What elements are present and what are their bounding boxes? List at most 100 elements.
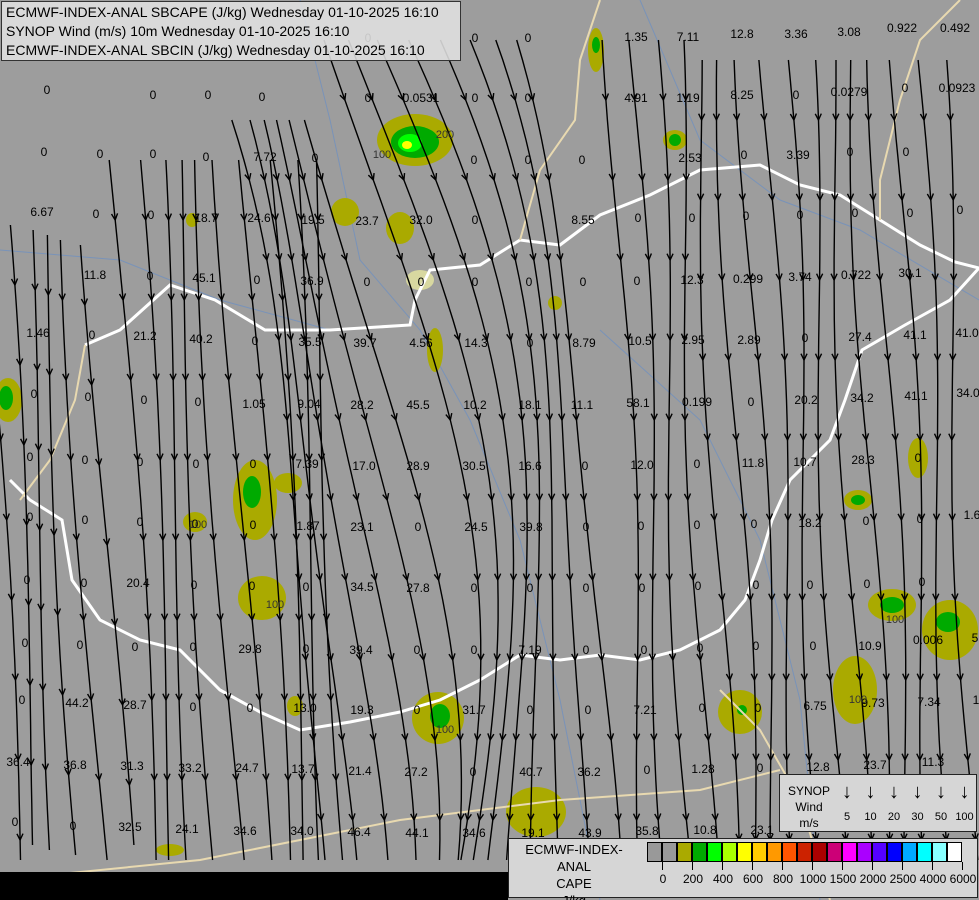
cin-value-label: 0: [311, 151, 319, 165]
title-cin: ECMWF-INDEX-ANAL SBCIN (J/kg) Wednesday …: [6, 42, 425, 58]
cin-value-label: 34.0: [956, 386, 979, 400]
cin-value-label: 0: [582, 520, 590, 534]
cin-value-label: 40.2: [189, 332, 213, 346]
cin-value-label: 34.6: [462, 826, 486, 840]
cape-color-swatch: [692, 842, 707, 862]
cape-scale-tick: [692, 862, 693, 870]
cape-color-swatch: [782, 842, 797, 862]
cape-legend-title: ECMWF-INDEX-ANAL CAPE J/kg: [509, 841, 639, 900]
synop-label-line: m/s: [799, 816, 819, 830]
cape-scale-tick: [722, 862, 723, 870]
cin-value-label: 5: [971, 631, 979, 645]
cin-value-label: 0: [131, 640, 139, 654]
cin-value-label: 0: [21, 636, 29, 650]
cape-scale-label: 800: [772, 872, 794, 886]
cape-scale-label: 6000: [949, 872, 977, 886]
wind-streamline: [9, 224, 34, 846]
cin-value-label: 0: [637, 519, 645, 533]
cin-value-label: 0: [84, 390, 92, 404]
cin-value-label: 0: [249, 518, 257, 532]
cin-value-label: 34.0: [290, 824, 314, 838]
cin-value-label: 4.56: [409, 336, 433, 350]
cin-value-label: 19.3: [350, 703, 374, 717]
cin-value-label: 0.199: [681, 395, 713, 409]
cin-value-label: 45.5: [406, 398, 430, 412]
cin-value-label: 3.36: [784, 27, 808, 41]
cin-value-label: 0: [801, 331, 809, 345]
cin-value-label: 10.2: [463, 398, 487, 412]
synop-speed-label: 30: [911, 811, 924, 823]
wind-streamline: [815, 59, 849, 861]
title-cape: ECMWF-INDEX-ANAL SBCAPE (J/kg) Wednesday…: [6, 4, 439, 20]
cin-value-label: 24.1: [175, 822, 199, 836]
cin-value-label: 0: [846, 145, 854, 159]
cin-value-label: 8.55: [571, 213, 595, 227]
cin-value-label: 0: [526, 336, 534, 350]
wind-streamline: [628, 39, 662, 861]
cin-value-label: 0: [248, 579, 256, 593]
cin-value-label: 28.7: [123, 698, 147, 712]
cin-value-label: 0: [136, 455, 144, 469]
wind-streamlines-layer: [0, 39, 979, 861]
cin-value-label: 39.8: [519, 520, 543, 534]
cin-value-label: 27.8: [406, 581, 430, 595]
weather-map[interactable]: 0 0 0 1.35 7.11 12.8 3.36 3.08 0.922 0.492 0 0 0 0 0 0.…: [0, 0, 979, 900]
cin-value-label: 12.3: [680, 273, 704, 287]
cin-value-label: 1.19: [676, 91, 700, 105]
cin-value-label: 0: [640, 643, 648, 657]
cin-value-label: 0: [80, 576, 88, 590]
cape-color-swatch: [887, 842, 902, 862]
cin-value-label: 10.7: [793, 455, 817, 469]
synop-label-line: SYNOP: [787, 784, 830, 798]
cin-value-label: 0: [251, 334, 259, 348]
cin-value-label: 0: [189, 700, 197, 714]
cin-value-label: 0: [526, 581, 534, 595]
cin-value-label: 0: [752, 578, 760, 592]
cin-value-label: 0: [69, 819, 77, 833]
wind-streamline: [165, 159, 187, 861]
cin-value-label: 0: [146, 269, 154, 283]
cin-value-label: 30.5: [462, 459, 486, 473]
cin-value-label: 0: [525, 275, 533, 289]
rivers-layer: [0, 0, 979, 900]
cape-contour-label: 100: [265, 599, 285, 611]
cin-value-label: 0: [136, 515, 144, 529]
cape-contour-label: 100: [435, 724, 455, 736]
cin-value-label: 0: [470, 581, 478, 595]
cin-value-label: 0: [634, 211, 642, 225]
cin-value-label: 12.0: [630, 458, 654, 472]
cin-value-label: 0: [302, 642, 310, 656]
cin-value-label: 0: [902, 145, 910, 159]
cape-area: [737, 705, 747, 715]
cin-value-label: 0: [249, 457, 257, 471]
cape-area: [274, 473, 302, 493]
cin-value-label: 1.87: [296, 519, 320, 533]
cin-value-label: 0: [914, 451, 922, 465]
cin-value-label: 23.1: [350, 520, 374, 534]
cin-value-label: 0: [754, 701, 762, 715]
cape-scale-label: 2000: [859, 872, 887, 886]
cin-value-label: 39.7: [353, 336, 377, 350]
cape-scale-tick: [842, 862, 843, 870]
cin-value-label: 41.1: [903, 328, 927, 342]
cin-value-label: 7.11: [676, 30, 700, 44]
cape-color-swatch: [842, 842, 857, 862]
cin-value-label: 0: [796, 208, 804, 222]
cape-color-swatch: [752, 842, 767, 862]
cape-contour-label: 100: [372, 149, 392, 161]
cin-value-label: 0: [363, 275, 371, 289]
cin-value-label: 41.0: [955, 326, 979, 340]
cin-value-label: 0.922: [886, 21, 918, 35]
cin-value-label: 0: [694, 579, 702, 593]
cape-contour-label: 100: [848, 694, 868, 706]
cin-value-label: 0: [581, 459, 589, 473]
cin-value-label: 36.2: [577, 765, 601, 779]
wind-streamline: [495, 39, 590, 861]
cin-value-label: 0: [76, 638, 84, 652]
cin-value-label: 2.95: [681, 333, 705, 347]
cin-value-label: 20.2: [794, 393, 818, 407]
cape-color-swatch: [767, 842, 782, 862]
cin-value-label: 14.3: [464, 336, 488, 350]
borders-layer: [0, 0, 979, 900]
cin-value-label: 34.6: [233, 824, 257, 838]
